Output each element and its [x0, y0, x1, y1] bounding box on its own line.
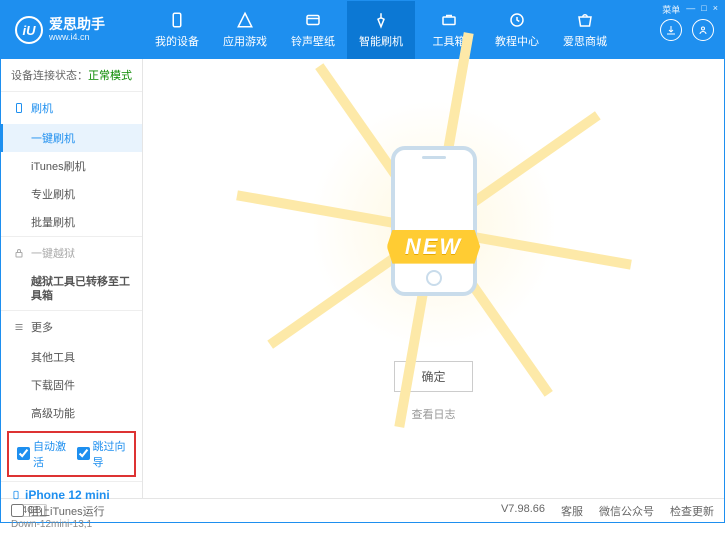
user-button[interactable] — [692, 19, 714, 41]
nav-item-2[interactable]: 铃声壁纸 — [279, 1, 347, 59]
nav-item-1[interactable]: 应用游戏 — [211, 1, 279, 59]
nav-icon — [304, 11, 322, 29]
logo-icon: iU — [15, 16, 43, 44]
nav-item-6[interactable]: 爱思商城 — [551, 1, 619, 59]
download-button[interactable] — [660, 19, 682, 41]
app-title: 爱思助手 — [49, 17, 105, 32]
nav-icon — [440, 11, 458, 29]
nav-icon — [576, 11, 594, 29]
sidebar-item-flash-0[interactable]: 一键刷机 — [1, 124, 142, 152]
nav-icon — [168, 11, 186, 29]
sidebar-item-flash-1[interactable]: iTunes刷机 — [1, 152, 142, 180]
success-illustration: NEW — [354, 135, 514, 315]
nav-item-3[interactable]: 智能刷机 — [347, 1, 415, 59]
firmware-label: Down-12mini-13,1 — [11, 519, 132, 530]
sidebar-head-more[interactable]: 更多 — [1, 311, 142, 343]
version-label: V7.98.66 — [501, 503, 545, 519]
sidebar-head-flash[interactable]: 刷机 — [1, 92, 142, 124]
jailbreak-note: 越狱工具已转移至工具箱 — [1, 269, 142, 310]
nav-item-4[interactable]: 工具箱 — [415, 1, 483, 59]
auto-activate-checkbox[interactable]: 自动激活 — [17, 438, 67, 470]
options-highlight: 自动激活 跳过向导 — [7, 431, 136, 477]
skip-guide-checkbox[interactable]: 跳过向导 — [77, 438, 127, 470]
sidebar-item-more-2[interactable]: 高级功能 — [1, 399, 142, 427]
logo: iU 爱思助手 www.i4.cn — [1, 16, 143, 44]
nav-item-5[interactable]: 教程中心 — [483, 1, 551, 59]
update-link[interactable]: 检查更新 — [670, 503, 714, 519]
sidebar-head-jailbreak[interactable]: 一键越狱 — [1, 237, 142, 269]
header: 菜单 — □ × iU 爱思助手 www.i4.cn 我的设备应用游戏铃声壁纸智… — [1, 1, 724, 59]
footer: 阻止iTunes运行 V7.98.66 客服 微信公众号 检查更新 — [1, 498, 724, 522]
nav-icon — [508, 11, 526, 29]
sidebar-item-more-1[interactable]: 下载固件 — [1, 371, 142, 399]
sidebar: 设备连接状态：正常模式 刷机 一键刷机iTunes刷机专业刷机批量刷机 一键越狱… — [1, 59, 143, 498]
maximize-icon[interactable]: □ — [701, 3, 706, 16]
menu-icon[interactable]: 菜单 — [662, 3, 680, 16]
nav: 我的设备应用游戏铃声壁纸智能刷机工具箱教程中心爱思商城 — [143, 1, 660, 59]
sidebar-item-more-0[interactable]: 其他工具 — [1, 343, 142, 371]
close-icon[interactable]: × — [713, 3, 718, 16]
wechat-link[interactable]: 微信公众号 — [599, 503, 654, 519]
connection-status: 设备连接状态：正常模式 — [1, 59, 142, 92]
phone-icon — [13, 102, 25, 114]
sidebar-item-flash-3[interactable]: 批量刷机 — [1, 208, 142, 236]
nav-icon — [372, 11, 390, 29]
window-controls: 菜单 — □ × — [662, 3, 718, 16]
new-ribbon: NEW — [387, 230, 480, 264]
nav-icon — [236, 11, 254, 29]
support-link[interactable]: 客服 — [561, 503, 583, 519]
app-url: www.i4.cn — [49, 33, 105, 43]
menu-lines-icon — [13, 321, 25, 333]
lock-icon — [13, 247, 25, 259]
sidebar-item-flash-2[interactable]: 专业刷机 — [1, 180, 142, 208]
minimize-icon[interactable]: — — [686, 3, 695, 16]
device-icon — [11, 488, 21, 502]
view-log-link[interactable]: 查看日志 — [412, 406, 456, 422]
block-itunes-label: 阻止iTunes运行 — [28, 503, 105, 519]
block-itunes-checkbox[interactable] — [11, 504, 24, 517]
content: NEW 恭喜您，保资料刷机成功啦！ 确定 查看日志 — [143, 59, 724, 498]
nav-item-0[interactable]: 我的设备 — [143, 1, 211, 59]
